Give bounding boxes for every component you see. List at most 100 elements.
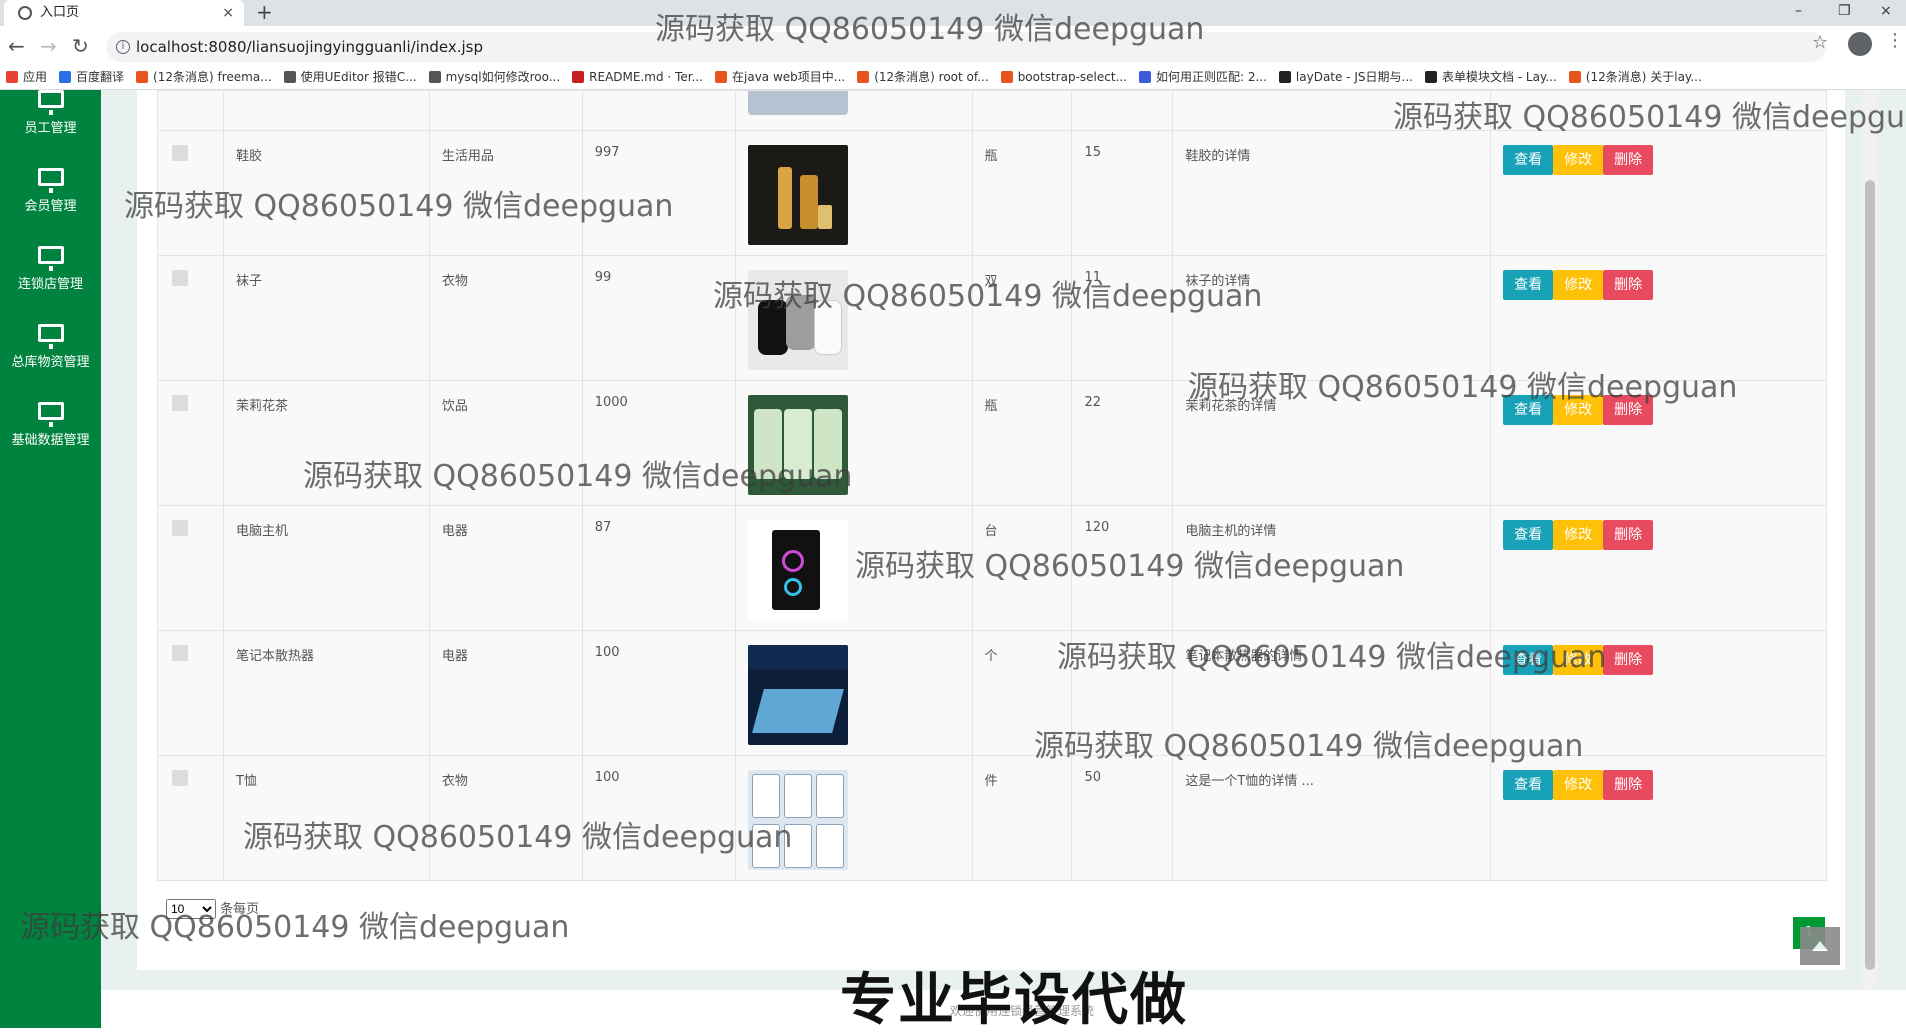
star-bookmark-icon[interactable]: ☆: [1812, 32, 1828, 53]
bookmark-item[interactable]: README.md · Ter...: [566, 66, 709, 89]
back-arrow-icon[interactable]: ←: [8, 32, 25, 60]
profile-avatar-icon[interactable]: [1848, 32, 1872, 56]
new-tab-button[interactable]: +: [256, 0, 273, 24]
row-checkbox[interactable]: [172, 145, 188, 161]
scrollbar-thumb[interactable]: [1865, 180, 1875, 970]
minimize-button[interactable]: –: [1795, 0, 1802, 22]
sidebar-item-chain-stores[interactable]: 连锁店管理: [0, 246, 101, 316]
product-thumbnail: [747, 91, 848, 115]
row-checkbox[interactable]: [172, 645, 188, 661]
goods-unit: 瓶: [984, 149, 998, 164]
url-bar[interactable]: i localhost:8080/liansuojingyingguanli/i…: [106, 32, 1826, 62]
sidebar-item-members[interactable]: 会员管理: [0, 168, 101, 238]
goods-price: 1000: [594, 395, 628, 410]
goods-price: 997: [594, 145, 620, 160]
goods-detail: 这是一个T恤的详情 ...: [1185, 774, 1314, 789]
pagination-size: 10 条每页: [166, 898, 259, 919]
goods-name: 电脑主机: [235, 524, 288, 539]
delete-button[interactable]: 删除: [1603, 645, 1654, 675]
more-menu-icon[interactable]: ⋮: [1886, 30, 1904, 51]
sidebar-item-base-data[interactable]: 基础数据管理: [0, 402, 101, 472]
forward-arrow-icon[interactable]: →: [40, 32, 57, 60]
product-thumbnail: [747, 770, 848, 870]
goods-stock: 120: [1084, 520, 1110, 535]
browser-tab-strip: 入口页 × + – ❐ ×: [0, 0, 1906, 26]
goods-detail: 电脑主机的详情: [1185, 524, 1277, 539]
globe-icon: [18, 6, 32, 20]
table-row-partial: [157, 90, 1827, 131]
edit-button[interactable]: 修改: [1553, 145, 1604, 175]
sidebar-item-label: 基础数据管理: [11, 433, 90, 448]
view-button[interactable]: 查看: [1503, 145, 1554, 175]
row-checkbox[interactable]: [172, 270, 188, 286]
bookmark-favicon-icon: [136, 71, 149, 83]
promo-banner-text: 专业毕设代做: [840, 968, 1188, 1033]
table-row: 鞋胶 生活用品 997 瓶 15 鞋胶的详情 查看 修改 删除: [157, 130, 1827, 256]
bookmark-item[interactable]: 百度翻译: [53, 66, 130, 89]
info-icon[interactable]: i: [116, 40, 130, 54]
bookmark-favicon-icon: [1568, 71, 1581, 83]
bookmark-item[interactable]: 表单模块文档 - Lay...: [1419, 66, 1563, 89]
goods-unit: 双: [984, 274, 998, 289]
sidebar-item-staff[interactable]: 员工管理: [0, 90, 101, 160]
row-checkbox[interactable]: [172, 395, 188, 411]
scrollbar[interactable]: [1862, 90, 1878, 990]
close-tab-icon[interactable]: ×: [222, 0, 234, 26]
monitor-icon: [37, 168, 64, 193]
goods-unit: 件: [984, 774, 998, 789]
goods-table: 鞋胶 生活用品 997 瓶 15 鞋胶的详情 查看 修改 删除 袜子 衣物 99 双 11 袜子的详情 查看修…: [157, 90, 1827, 881]
goods-category: 电器: [441, 649, 468, 664]
restore-button[interactable]: ❐: [1838, 0, 1851, 22]
bookmark-label: 表单模块文档 - Lay...: [1441, 70, 1557, 84]
browser-tab[interactable]: 入口页 ×: [4, 0, 244, 26]
view-button[interactable]: 查看: [1503, 270, 1554, 300]
reload-icon[interactable]: ↻: [72, 32, 89, 60]
bookmark-item[interactable]: 使用UEditor 报错C...: [278, 66, 423, 89]
address-toolbar: ← → ↻ i localhost:8080/liansuojingyinggu…: [0, 26, 1906, 66]
row-checkbox[interactable]: [172, 520, 188, 536]
edit-button[interactable]: 修改: [1553, 770, 1604, 800]
row-checkbox[interactable]: [172, 770, 188, 786]
sidebar-item-warehouse[interactable]: 总库物资管理: [0, 324, 101, 394]
delete-button[interactable]: 删除: [1603, 770, 1654, 800]
tab-title: 入口页: [40, 5, 80, 20]
bookmark-item[interactable]: layDate - JS日期与...: [1273, 66, 1419, 89]
page-size-select[interactable]: 10: [166, 899, 216, 919]
view-button[interactable]: 查看: [1503, 395, 1554, 425]
edit-button[interactable]: 修改: [1553, 270, 1604, 300]
close-window-button[interactable]: ×: [1880, 0, 1892, 22]
view-button[interactable]: 查看: [1503, 520, 1554, 550]
goods-unit: 瓶: [984, 399, 998, 414]
delete-button[interactable]: 删除: [1603, 145, 1654, 175]
edit-button[interactable]: 修改: [1553, 520, 1604, 550]
bookmark-item[interactable]: (12条消息) freema...: [130, 66, 278, 89]
delete-button[interactable]: 删除: [1603, 270, 1654, 300]
table-row: T恤 衣物 100 件 50 这是一个T恤的详情 ... 查看 修改 删除: [157, 755, 1827, 881]
bookmark-item[interactable]: mysql如何修改roo...: [423, 66, 567, 89]
table-row: 袜子 衣物 99 双 11 袜子的详情 查看 修改 删除: [157, 255, 1827, 381]
bookmarks-bar: 应用 百度翻译 (12条消息) freema... 使用UEditor 报错C... m…: [0, 66, 1906, 90]
edit-button[interactable]: 修改: [1553, 395, 1604, 425]
bookmark-item[interactable]: (12条消息) 关于lay...: [1563, 66, 1708, 89]
bookmark-item[interactable]: bootstrap-select...: [995, 66, 1133, 89]
delete-button[interactable]: 删除: [1603, 395, 1654, 425]
goods-detail: 鞋胶的详情: [1185, 149, 1251, 164]
per-page-label: 条每页: [220, 902, 260, 917]
bookmark-label: 应用: [23, 70, 48, 84]
bookmark-item[interactable]: 在java web项目中...: [709, 66, 851, 89]
edit-button[interactable]: 修改: [1553, 645, 1604, 675]
view-button[interactable]: 查看: [1503, 770, 1554, 800]
back-to-top-button[interactable]: [1800, 927, 1840, 965]
sidebar-item-label: 会员管理: [24, 199, 77, 214]
delete-button[interactable]: 删除: [1603, 520, 1654, 550]
bookmark-label: (12条消息) 关于lay...: [1585, 70, 1702, 84]
bookmark-item[interactable]: 如何用正则匹配: 2...: [1133, 66, 1273, 89]
view-button[interactable]: 查看: [1503, 645, 1554, 675]
monitor-icon: [37, 246, 64, 271]
monitor-icon: [37, 402, 64, 427]
goods-name: 笔记本散热器: [235, 649, 314, 664]
product-thumbnail: [747, 145, 848, 245]
bookmark-item[interactable]: (12条消息) root of...: [851, 66, 994, 89]
bookmark-item[interactable]: 应用: [0, 66, 53, 89]
goods-stock: 50: [1084, 770, 1101, 785]
